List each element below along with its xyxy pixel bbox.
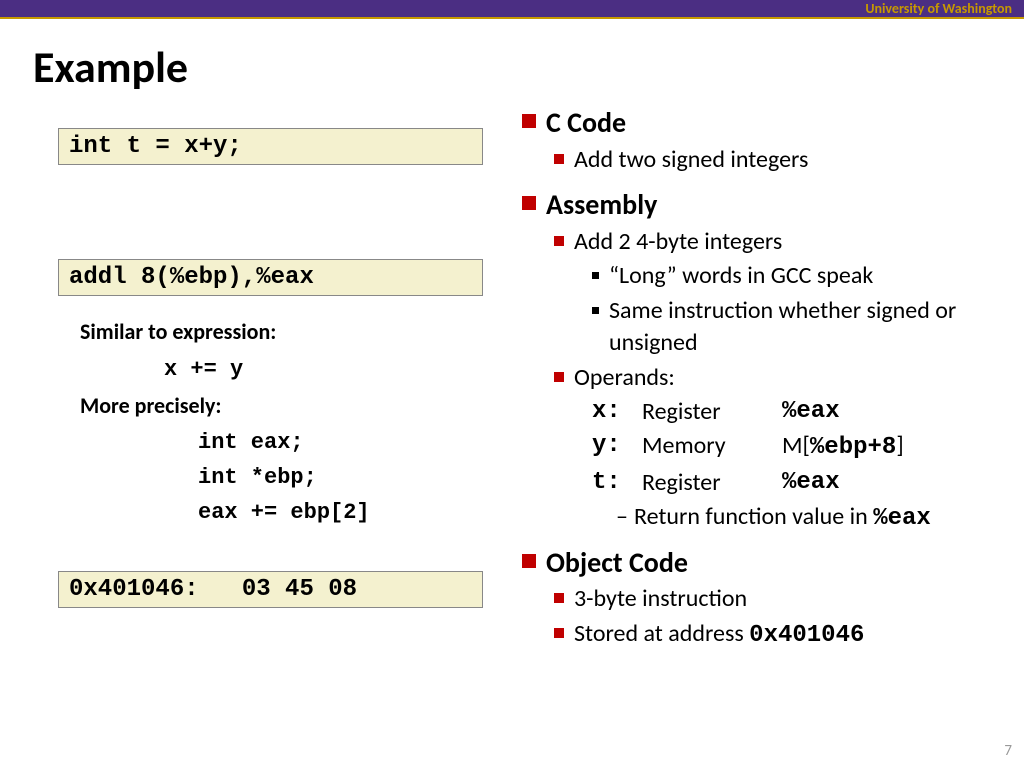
operand-x-kind: Register [642, 396, 782, 428]
bullet-square-icon [522, 196, 536, 210]
bullet-square-icon [554, 236, 564, 246]
operand-t-val: %eax [782, 467, 840, 499]
operands-text: Operands: [574, 362, 675, 394]
operand-row-x: x: Register %eax [592, 396, 1002, 428]
bullet-square-icon [592, 272, 599, 279]
operand-row-y: y: Memory M[%ebp+8] [592, 430, 1002, 464]
decl-assign: eax += ebp[2] [198, 495, 483, 530]
operand-row-t: t: Register %eax [592, 467, 1002, 499]
bullet-square-icon [592, 307, 599, 314]
operand-table: x: Register %eax y: Memory M[%ebp+8] t: … [592, 396, 1002, 499]
asm-subsub-item: “Long” words in GCC speak [592, 260, 1002, 292]
asm-subsub-item: Same instruction whether signed or unsig… [592, 295, 1002, 360]
c-code-heading-text: C Code [546, 104, 626, 142]
bullet-square-icon [554, 593, 564, 603]
decl-ebp: int *ebp; [198, 460, 483, 495]
asm-sub-item: Add 2 4-byte integers [554, 226, 1002, 258]
operand-y-val: M[%ebp+8] [782, 430, 904, 464]
left-column: int t = x+y; addl 8(%ebp),%eax Similar t… [58, 128, 483, 608]
object-code-heading: Object Code [522, 544, 1002, 582]
obj-sub-item: 3-byte instruction [554, 583, 1002, 615]
operand-y-kind: Memory [642, 430, 782, 464]
operand-t-name: t: [592, 467, 642, 499]
expr-xy: x += y [164, 353, 483, 386]
c-sub-text: Add two signed integers [574, 144, 808, 176]
return-note: – Return function value in %eax [616, 501, 1002, 535]
return-note-pre: Return function value in [634, 502, 873, 531]
asm-sub-text: Add 2 4-byte integers [574, 226, 782, 258]
asm-subsub-text: “Long” words in GCC speak [609, 260, 873, 292]
operand-y-name: y: [592, 430, 642, 464]
mem-inner: %ebp+8 [810, 434, 896, 461]
asm-code-box: addl 8(%ebp),%eax [58, 259, 483, 296]
c-code-box: int t = x+y; [58, 128, 483, 165]
stored-pre: Stored at address [574, 619, 749, 648]
c-code-heading: C Code [522, 104, 1002, 142]
mem-prefix: M[ [782, 431, 810, 460]
branding-text: University of Washington [865, 0, 1012, 19]
obj-sub-text: 3-byte instruction [574, 583, 747, 615]
operands-item: Operands: [554, 362, 1002, 394]
operand-x-name: x: [592, 396, 642, 428]
bullet-square-icon [554, 372, 564, 382]
precise-label: More precisely: [80, 392, 483, 419]
object-code-heading-text: Object Code [546, 544, 688, 582]
top-bar: University of Washington [0, 0, 1024, 19]
decl-eax: int eax; [198, 425, 483, 460]
slide: University of Washington Example int t =… [0, 0, 1024, 768]
return-note-text: Return function value in %eax [634, 501, 931, 535]
return-note-code: %eax [873, 505, 931, 532]
obj-sub-item: Stored at address 0x401046 [554, 618, 1002, 652]
bullet-square-icon [522, 554, 536, 568]
right-column: C Code Add two signed integers Assembly … [522, 104, 1002, 654]
obj-code-box: 0x401046: 03 45 08 [58, 571, 483, 608]
assembly-heading: Assembly [522, 186, 1002, 224]
page-number: 7 [1004, 742, 1012, 760]
slide-title: Example [33, 40, 188, 94]
bullet-square-icon [554, 154, 564, 164]
dash-icon: – [616, 501, 628, 535]
mem-suffix: ] [896, 431, 903, 460]
operand-t-kind: Register [642, 467, 782, 499]
similar-label: Similar to expression: [80, 318, 483, 345]
stored-code: 0x401046 [749, 622, 864, 649]
bullet-square-icon [554, 628, 564, 638]
asm-subsub-text: Same instruction whether signed or unsig… [609, 295, 1002, 360]
assembly-heading-text: Assembly [546, 186, 657, 224]
c-sub-item: Add two signed integers [554, 144, 1002, 176]
operand-x-val: %eax [782, 396, 840, 428]
obj-sub-text-2: Stored at address 0x401046 [574, 618, 864, 652]
bullet-square-icon [522, 114, 536, 128]
